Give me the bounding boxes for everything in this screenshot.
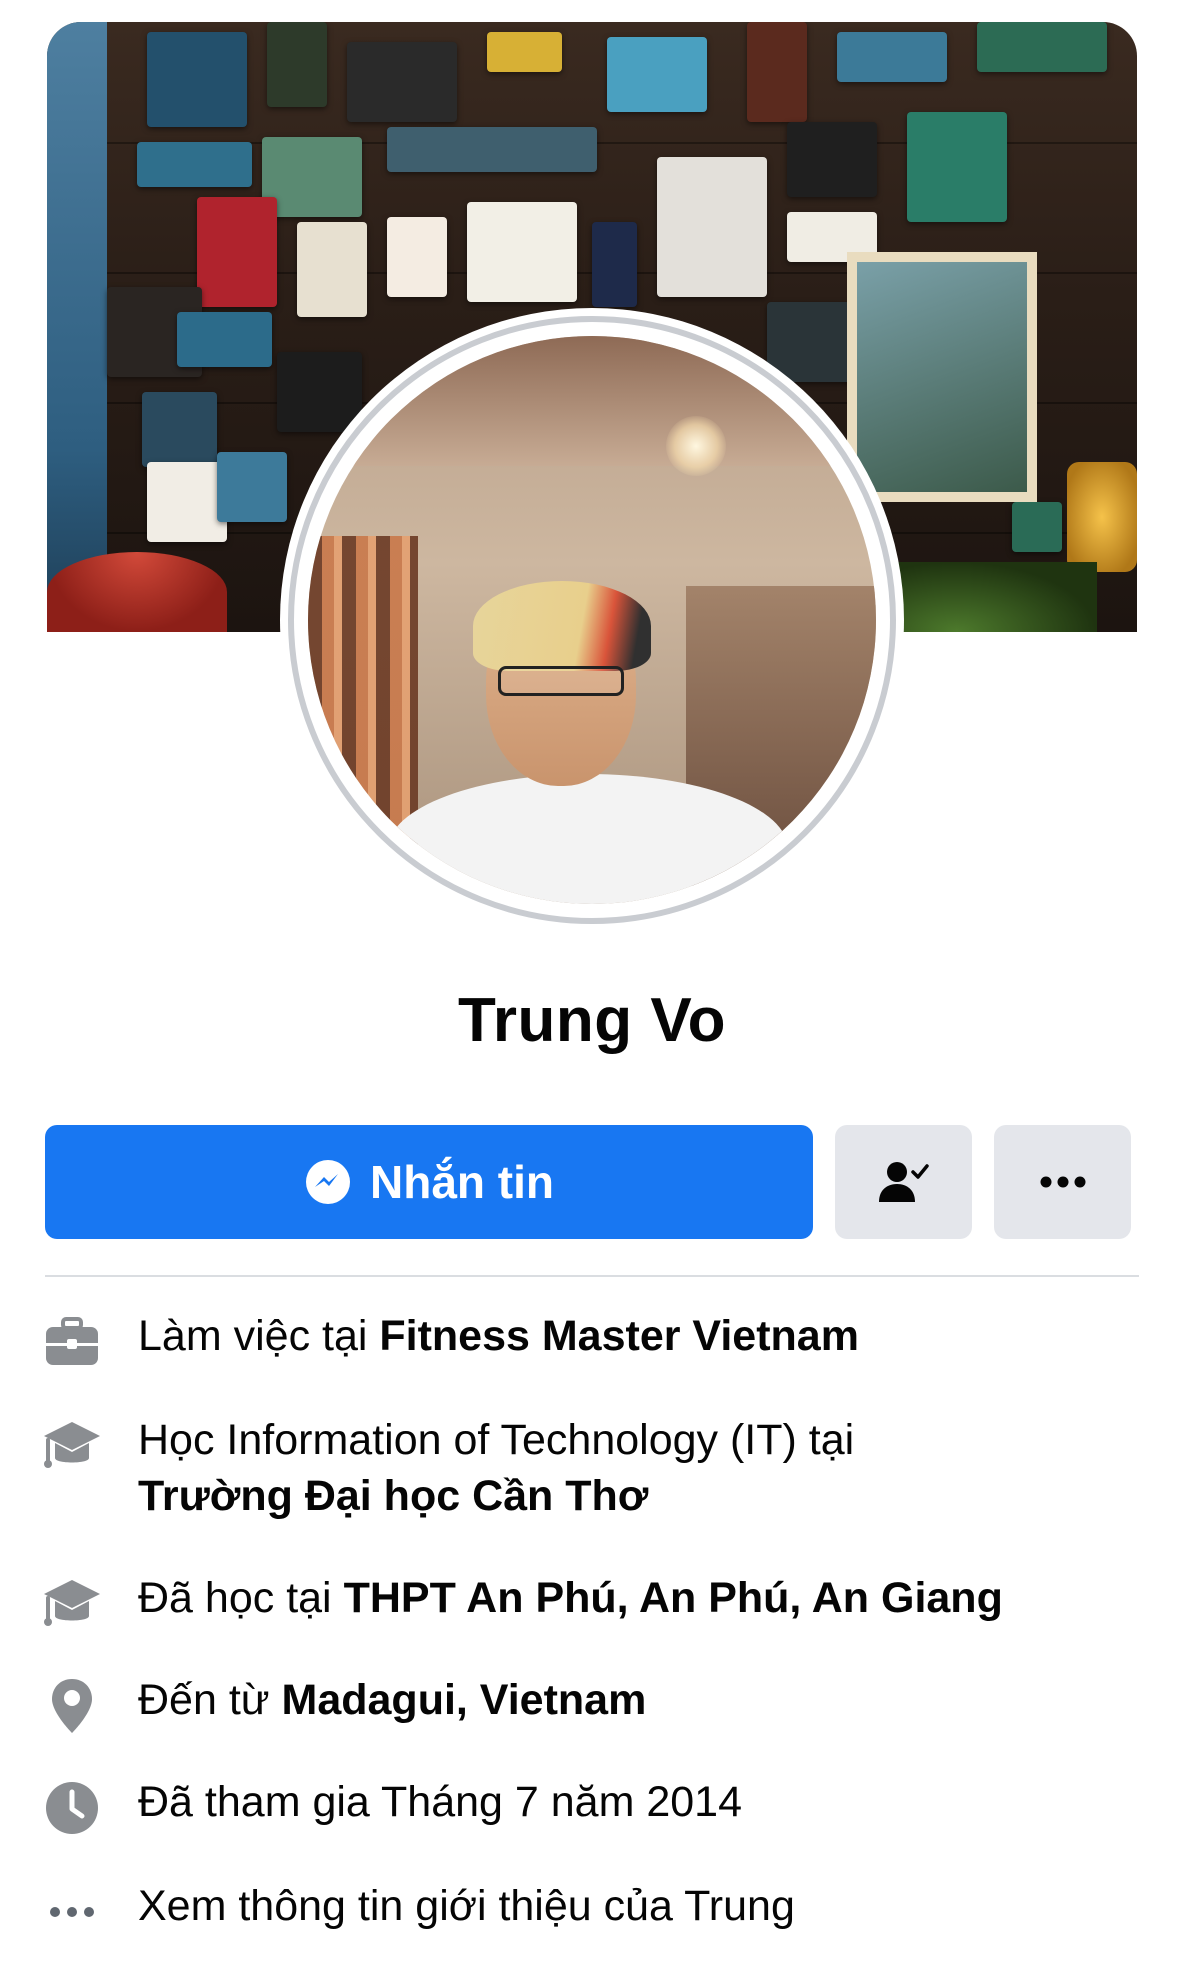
cover-sign: [147, 462, 227, 542]
cover-sign: [177, 312, 272, 367]
intro-from-prefix: Đến từ: [138, 1676, 282, 1724]
profile-actions: Nhắn tin: [45, 1125, 1139, 1239]
cover-wall: [47, 22, 107, 632]
briefcase-icon: [42, 1312, 102, 1372]
photo-light: [666, 416, 726, 476]
cover-sign: [147, 32, 247, 127]
profile-name: Trung Vo: [457, 986, 727, 1055]
location-pin-icon: [42, 1676, 102, 1736]
cover-sign: [137, 142, 252, 187]
cover-sign: [217, 452, 287, 522]
more-dots-icon: [42, 1882, 102, 1942]
intro-study-text: Học Information of Technology (IT) tại T…: [138, 1412, 1138, 1524]
intro-from-text: Đến từ Madagui, Vietnam: [138, 1672, 1138, 1728]
cover-sign: [387, 217, 447, 297]
more-button[interactable]: [994, 1125, 1131, 1239]
cover-sign: [607, 37, 707, 112]
intro-school-text: Đã học tại THPT An Phú, An Phú, An Giang: [138, 1570, 1138, 1626]
friend-check-icon: [878, 1162, 929, 1202]
intro-school-place[interactable]: THPT An Phú, An Phú, An Giang: [344, 1574, 1003, 1622]
cover-sign: [197, 197, 277, 307]
cover-sign: [467, 202, 577, 302]
intro-school[interactable]: Đã học tại THPT An Phú, An Phú, An Giang: [42, 1570, 1142, 1630]
cover-sign: [747, 22, 807, 122]
profile-photo: [308, 336, 876, 904]
cover-sign: [262, 137, 362, 217]
intro-study[interactable]: Học Information of Technology (IT) tại T…: [42, 1412, 1142, 1524]
cover-sign: [592, 222, 637, 307]
cover-sign: [837, 32, 947, 82]
intro-from[interactable]: Đến từ Madagui, Vietnam: [42, 1672, 1142, 1733]
intro-work-text: Làm việc tại Fitness Master Vietnam: [138, 1308, 1138, 1364]
cover-lamp: [47, 552, 227, 632]
intro-school-prefix: Đã học tại: [138, 1574, 344, 1622]
photo-ceiling: [308, 336, 876, 466]
intro-joined-text: Đã tham gia Tháng 7 năm 2014: [138, 1778, 742, 1826]
friends-button[interactable]: [835, 1125, 972, 1239]
intro-see-more-text[interactable]: Xem thông tin giới thiệu của Trung: [138, 1878, 1138, 1934]
cover-sign: [387, 127, 597, 172]
cover-sign: [977, 22, 1107, 72]
cover-sign: [267, 22, 327, 107]
cover-sign: [297, 222, 367, 317]
cover-sign: [1012, 502, 1062, 552]
intro-study-place[interactable]: Trường Đại học Cần Thơ: [138, 1472, 648, 1520]
intro-study-prefix: Học Information of Technology (IT) tại: [138, 1416, 855, 1464]
divider: [45, 1275, 1139, 1277]
intro-joined: Đã tham gia Tháng 7 năm 2014: [42, 1774, 1142, 1834]
graduation-cap-icon: [42, 1574, 102, 1634]
profile-picture-border: [288, 316, 896, 924]
message-button-label: Nhắn tin: [370, 1156, 554, 1208]
intro-see-more[interactable]: Xem thông tin giới thiệu của Trung: [42, 1878, 1142, 1938]
intro-work[interactable]: Làm việc tại Fitness Master Vietnam: [42, 1308, 1142, 1368]
cover-sign: [142, 392, 217, 467]
cover-sign: [487, 32, 562, 72]
messenger-icon: [306, 1160, 350, 1204]
profile-picture[interactable]: [280, 308, 904, 932]
intro-work-prefix: Làm việc tại: [138, 1312, 380, 1360]
cover-sign: [907, 112, 1007, 222]
graduation-cap-icon: [42, 1416, 102, 1476]
intro-from-place[interactable]: Madagui, Vietnam: [282, 1676, 647, 1724]
intro-work-place[interactable]: Fitness Master Vietnam: [379, 1312, 859, 1360]
more-dots-icon: [1040, 1176, 1085, 1188]
cover-lamp: [1067, 462, 1137, 572]
cover-sign: [787, 122, 877, 197]
cover-sign: [657, 157, 767, 297]
clock-icon: [42, 1778, 102, 1838]
cover-plants: [897, 562, 1097, 632]
photo-glasses: [498, 666, 624, 696]
message-button[interactable]: Nhắn tin: [45, 1125, 813, 1239]
photo-headscarf: [473, 581, 651, 671]
cover-sign: [347, 42, 457, 122]
